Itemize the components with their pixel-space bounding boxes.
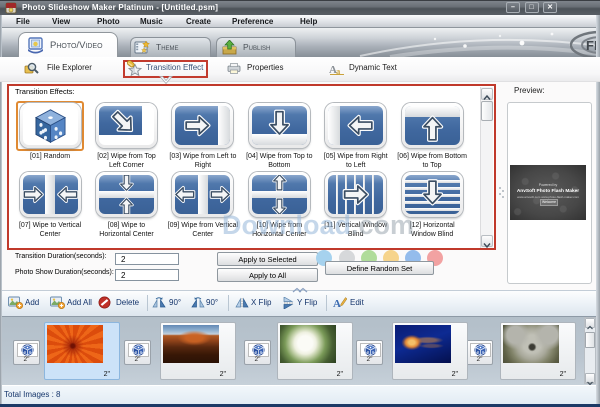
- svg-text:a: a: [336, 66, 341, 75]
- svg-text:A: A: [333, 298, 341, 309]
